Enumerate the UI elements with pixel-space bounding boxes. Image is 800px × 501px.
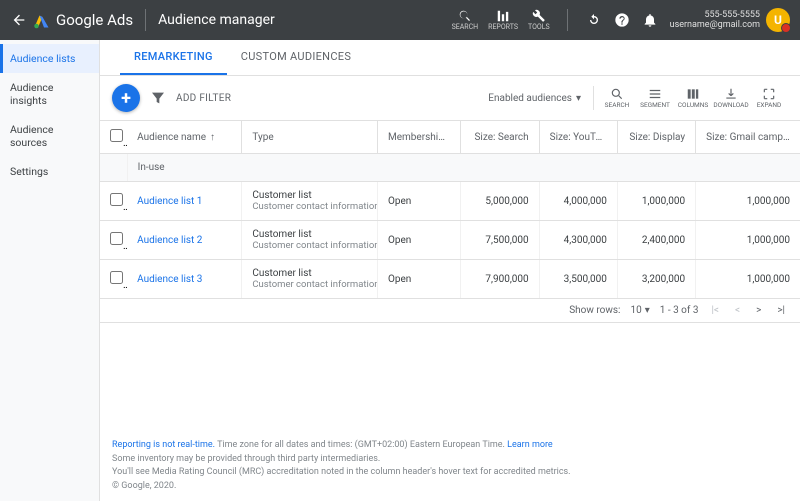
add-button[interactable]: + xyxy=(112,84,140,112)
header-divider xyxy=(145,9,146,31)
size-search-cell: 7,500,000 xyxy=(461,221,539,260)
col-size-search[interactable]: Size: Search xyxy=(461,121,539,154)
col-type[interactable]: Type xyxy=(242,121,378,154)
sidebar-item-audience-lists[interactable]: Audience lists xyxy=(0,44,99,73)
status-cell: Open xyxy=(377,221,460,260)
type-label: Customer list xyxy=(252,229,367,240)
page-title: Audience manager xyxy=(158,12,275,28)
account-email: username@gmail.com xyxy=(670,20,760,30)
sidebar-item-audience-insights[interactable]: Audience insights xyxy=(0,73,99,115)
size-search-cell: 7,900,000 xyxy=(461,260,539,299)
type-label: Customer list xyxy=(252,268,367,279)
footer: Reporting is not real-time. Time zone fo… xyxy=(100,431,800,501)
row-checkbox[interactable] xyxy=(110,193,123,206)
size-display-cell: 2,400,000 xyxy=(617,221,695,260)
account-phone: 555-555-5555 xyxy=(704,10,760,20)
show-rows-label: Show rows: xyxy=(569,305,620,316)
chevron-down-icon: ▾ xyxy=(576,93,581,104)
toolbar-columns[interactable]: COLUMNS xyxy=(678,87,708,109)
type-sublabel: Customer contact information xyxy=(252,240,367,251)
col-size-gmail[interactable]: Size: Gmail campaign xyxy=(696,121,800,154)
toolbar-segment[interactable]: SEGMENT xyxy=(640,87,670,109)
row-checkbox[interactable] xyxy=(110,271,123,284)
avatar[interactable]: U xyxy=(766,8,790,32)
chevron-down-icon: ▾ xyxy=(645,305,650,316)
audience-name-link[interactable]: Audience list 3 xyxy=(137,274,202,285)
back-arrow-icon[interactable] xyxy=(10,12,28,28)
header-tool-search[interactable]: SEARCH xyxy=(452,9,479,31)
show-rows-select[interactable]: 10▾ xyxy=(630,305,649,316)
audience-table: Audience name Type Membership status Siz… xyxy=(100,121,800,299)
table-row: Audience list 1 Customer listCustomer co… xyxy=(100,182,800,221)
toolbar-download[interactable]: DOWNLOAD xyxy=(716,87,746,109)
size-display-cell: 1,000,000 xyxy=(617,182,695,221)
main-content: REMARKETING CUSTOM AUDIENCES + ADD FILTE… xyxy=(100,40,800,501)
table-row: Audience list 3 Customer listCustomer co… xyxy=(100,260,800,299)
segment-icon xyxy=(648,87,662,101)
product-name: Google Ads xyxy=(56,11,133,29)
size-gmail-cell: 1,000,000 xyxy=(696,221,800,260)
size-display-cell: 3,200,000 xyxy=(617,260,695,299)
page-prev-icon[interactable]: < xyxy=(732,305,743,316)
header-tool-tools[interactable]: TOOLS xyxy=(528,9,550,31)
size-gmail-cell: 1,000,000 xyxy=(696,182,800,221)
audience-name-link[interactable]: Audience list 1 xyxy=(137,196,202,207)
sidebar: Audience lists Audience insights Audienc… xyxy=(0,40,100,501)
expand-icon xyxy=(762,87,776,101)
section-row: In-use xyxy=(100,154,800,182)
size-search-cell: 5,000,000 xyxy=(461,182,539,221)
header-tool-reports[interactable]: REPORTS xyxy=(488,9,518,31)
search-icon xyxy=(610,87,624,101)
toolbar-search[interactable]: SEARCH xyxy=(602,87,632,109)
select-all-checkbox[interactable] xyxy=(110,129,123,142)
toolbar: + ADD FILTER Enabled audiences ▾ SEARCH … xyxy=(100,76,800,121)
page-range: 1 - 3 of 3 xyxy=(660,305,699,316)
type-sublabel: Customer contact information xyxy=(252,279,367,290)
filter-icon[interactable] xyxy=(150,90,166,106)
pagination: Show rows: 10▾ 1 - 3 of 3 |< < > >| xyxy=(100,299,800,323)
col-membership-status[interactable]: Membership status xyxy=(377,121,460,154)
col-audience-name[interactable]: Audience name xyxy=(127,121,242,154)
columns-icon xyxy=(686,87,700,101)
page-next-icon[interactable]: > xyxy=(753,305,764,316)
table-row: Audience list 2 Customer listCustomer co… xyxy=(100,221,800,260)
tabs: REMARKETING CUSTOM AUDIENCES xyxy=(100,40,800,76)
header-divider-2 xyxy=(567,9,568,31)
page-last-icon[interactable]: >| xyxy=(774,305,788,316)
status-cell: Open xyxy=(377,260,460,299)
toolbar-expand[interactable]: EXPAND xyxy=(754,87,784,109)
add-filter-button[interactable]: ADD FILTER xyxy=(176,93,231,104)
search-icon xyxy=(458,9,472,23)
size-youtube-cell: 4,000,000 xyxy=(539,182,617,221)
size-gmail-cell: 1,000,000 xyxy=(696,260,800,299)
app-header: Google Ads Audience manager SEARCH REPOR… xyxy=(0,0,800,40)
col-size-display[interactable]: Size: Display xyxy=(617,121,695,154)
size-youtube-cell: 4,300,000 xyxy=(539,221,617,260)
sidebar-item-settings[interactable]: Settings xyxy=(0,157,99,186)
col-size-youtube[interactable]: Size: YouTube xyxy=(539,121,617,154)
tab-custom-audiences[interactable]: CUSTOM AUDIENCES xyxy=(227,40,365,75)
google-ads-logo xyxy=(32,11,50,29)
enabled-audiences-dropdown[interactable]: Enabled audiences ▾ xyxy=(488,93,581,104)
account-info: 555-555-5555 username@gmail.com xyxy=(670,10,760,30)
notifications-icon[interactable] xyxy=(638,8,662,32)
footer-learn-more-link[interactable]: Learn more xyxy=(507,440,553,450)
tab-remarketing[interactable]: REMARKETING xyxy=(120,40,227,75)
type-sublabel: Customer contact information xyxy=(252,201,367,212)
help-icon[interactable] xyxy=(610,8,634,32)
audience-name-link[interactable]: Audience list 2 xyxy=(137,235,202,246)
size-youtube-cell: 3,500,000 xyxy=(539,260,617,299)
footer-reporting-link[interactable]: Reporting is not real-time. xyxy=(112,440,215,450)
wrench-icon xyxy=(532,9,546,23)
sidebar-item-audience-sources[interactable]: Audience sources xyxy=(0,115,99,157)
refresh-icon[interactable] xyxy=(582,8,606,32)
reports-icon xyxy=(496,9,510,23)
row-checkbox[interactable] xyxy=(110,232,123,245)
type-label: Customer list xyxy=(252,190,367,201)
page-first-icon[interactable]: |< xyxy=(708,305,722,316)
status-cell: Open xyxy=(377,182,460,221)
download-icon xyxy=(724,87,738,101)
